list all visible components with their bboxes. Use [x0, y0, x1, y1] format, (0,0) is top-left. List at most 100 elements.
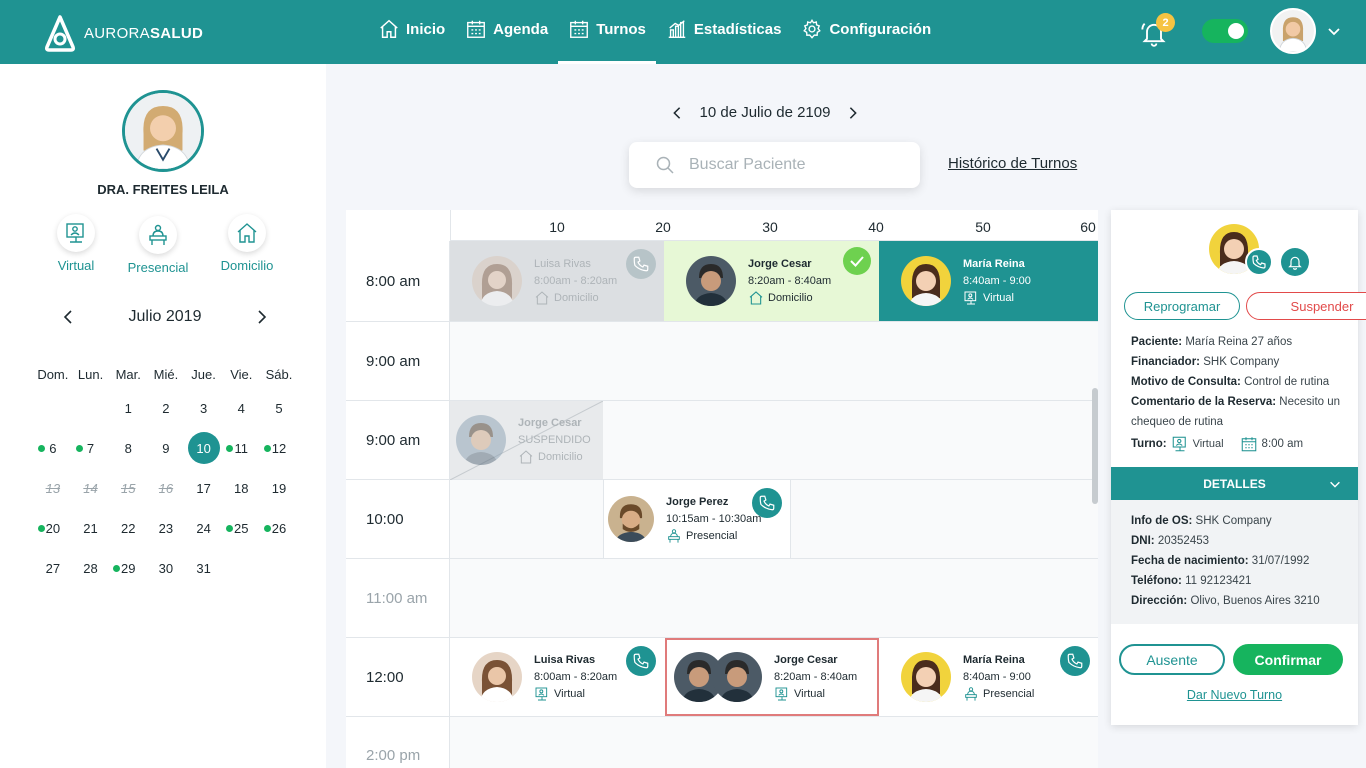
user-avatar[interactable] — [1270, 8, 1316, 54]
suspend-button[interactable]: Suspender — [1246, 292, 1366, 320]
chevron-left-icon[interactable] — [670, 106, 684, 120]
calendar-day[interactable]: 12 — [260, 441, 298, 456]
call-button[interactable] — [626, 249, 656, 279]
appointment-time: 8:00am - 8:20am — [534, 670, 618, 683]
calendar-day[interactable]: 2 — [147, 401, 185, 416]
top-bar: AURORASALUD Inicio Agenda Turnos Estadís… — [0, 0, 1366, 64]
notify-button[interactable] — [1281, 248, 1309, 276]
calendar-day[interactable]: 24 — [185, 521, 223, 536]
call-button[interactable] — [1060, 646, 1090, 676]
financer-value: SHK Company — [1203, 356, 1280, 368]
appointment-card[interactable]: Jorge Perez 10:15am - 10:30am Presencial — [603, 480, 791, 558]
patient-avatar — [901, 256, 951, 306]
nav-inicio[interactable]: Inicio — [368, 0, 455, 58]
calendar-day[interactable]: 18 — [222, 481, 260, 496]
details-body: Info de OS: SHK Company DNI: 20352453 Fe… — [1111, 500, 1358, 624]
patient-avatar — [608, 496, 654, 542]
reprogram-button[interactable]: Reprogramar — [1124, 292, 1240, 320]
calendar-icon — [570, 20, 589, 38]
appointment-card[interactable]: Luisa Rivas 8:00am - 8:20am Domicilio — [450, 241, 664, 321]
time-label: 10:00 — [346, 480, 450, 558]
calendar-day[interactable]: 28 — [72, 561, 110, 576]
calendar-day[interactable]: 9 — [147, 441, 185, 456]
calendar-day[interactable]: 7 — [72, 441, 110, 456]
minute-label: 50 — [975, 219, 991, 235]
call-button[interactable] — [752, 488, 782, 518]
brand-logo[interactable]: AURORASALUD — [42, 14, 203, 52]
nav-agenda[interactable]: Agenda — [455, 0, 558, 58]
appointment-card[interactable]: Jorge Cesar 8:20am - 8:40am Virtual — [665, 638, 879, 716]
appointment-card[interactable]: Jorge Cesar 8:20am - 8:40am Domicilio — [664, 241, 879, 321]
nav-turnos[interactable]: Turnos — [558, 0, 656, 64]
current-day-label: 10 de Julio de 2109 — [699, 104, 831, 121]
calendar-day[interactable]: 31 — [185, 561, 223, 576]
new-appointment-link[interactable]: Dar Nuevo Turno — [1111, 688, 1358, 702]
calendar-day: 14 — [83, 480, 98, 496]
patient-photo-icon — [686, 256, 736, 306]
appointment-card-selected[interactable]: María Reina 8:40am - 9:00 Virtual — [879, 241, 1098, 321]
patient-photo-icon — [901, 652, 951, 702]
chevron-left-icon[interactable] — [60, 309, 76, 325]
weekday-label: Sáb. — [265, 366, 293, 382]
appointment-card[interactable]: María Reina 8:40am - 9:00 Presencial — [879, 638, 1098, 716]
absent-button[interactable]: Ausente — [1119, 644, 1225, 675]
patient-avatar — [712, 652, 762, 702]
minute-label: 40 — [868, 219, 884, 235]
calendar-day[interactable]: 4 — [222, 401, 260, 416]
appointment-card-suspended[interactable]: Jorge Cesar SUSPENDIDO Domicilio — [450, 401, 603, 480]
calendar-day[interactable]: 8 — [109, 441, 147, 456]
history-link[interactable]: Histórico de Turnos — [948, 155, 1077, 172]
nav-configuracion[interactable]: Configuración — [791, 0, 941, 58]
confirm-button[interactable]: Confirmar — [1233, 644, 1343, 675]
calendar-day[interactable]: 3 — [185, 401, 223, 416]
doctor-name: DRA. FREITES LEILA — [97, 182, 229, 197]
minute-label: 10 — [549, 219, 565, 235]
schedule-scrollbar[interactable] — [1092, 388, 1098, 504]
calendar-day[interactable]: 10 — [185, 432, 223, 464]
calendar-day[interactable]: 19 — [260, 481, 298, 496]
availability-toggle[interactable] — [1202, 19, 1248, 43]
mode-virtual[interactable]: Virtual — [36, 214, 116, 273]
calendar-day[interactable]: 21 — [72, 521, 110, 536]
patient-avatar — [901, 652, 951, 702]
calendar-day[interactable]: 5 — [260, 401, 298, 416]
calendar-day[interactable]: 17 — [185, 481, 223, 496]
call-button[interactable] — [626, 646, 656, 676]
search-input[interactable] — [689, 156, 899, 174]
calendar-day[interactable]: 11 — [222, 441, 260, 456]
turno-type: Virtual — [1192, 438, 1224, 450]
notifications-button[interactable]: 2 — [1140, 13, 1175, 49]
mode-domicilio[interactable]: Domicilio — [207, 214, 287, 273]
patient-name: Luisa Rivas — [534, 257, 591, 270]
calendar-month-label: Julio 2019 — [128, 308, 202, 325]
nav-estadisticas[interactable]: Estadísticas — [656, 0, 792, 58]
call-button[interactable] — [1245, 248, 1273, 276]
appointment-dot-icon — [226, 444, 234, 452]
patient-avatar — [472, 652, 522, 702]
calendar-day[interactable]: 23 — [147, 521, 185, 536]
patient-photo-icon — [901, 256, 951, 306]
appointment-time: 8:00am - 8:20am — [534, 274, 618, 287]
minute-label: 20 — [655, 219, 671, 235]
mode-presencial[interactable]: Presencial — [118, 216, 198, 275]
calendar-day[interactable]: 20 — [34, 521, 72, 536]
calendar-day[interactable]: 25 — [222, 521, 260, 536]
calendar-day[interactable]: 29 — [109, 561, 147, 576]
calendar-day[interactable]: 27 — [34, 561, 72, 576]
time-row: 12:00 Luisa Rivas 8:00am - 8:20am Virtua… — [346, 638, 1098, 717]
reason-value: Control de rutina — [1244, 376, 1330, 388]
time-row: 9:00 am — [346, 322, 1098, 401]
calendar-day[interactable]: 6 — [34, 441, 72, 456]
chevron-right-icon[interactable] — [846, 106, 860, 120]
details-accordion[interactable]: DETALLES — [1111, 467, 1358, 500]
calendar-day[interactable]: 22 — [109, 521, 147, 536]
calendar-day[interactable]: 26 — [260, 521, 298, 536]
top-right-controls: 2 — [1140, 8, 1342, 54]
appointment-card[interactable]: Luisa Rivas 8:00am - 8:20am Virtual — [450, 638, 664, 716]
home-icon — [380, 19, 398, 38]
chevron-down-icon[interactable] — [1326, 23, 1342, 39]
calendar-day[interactable]: 1 — [109, 401, 147, 416]
calendar-day[interactable]: 30 — [147, 561, 185, 576]
month-calendar: Dom. Lun. Mar. Mié. Jue. Vie. Sáb. 1 2 3 4 5 6 7 8 9 10… — [34, 360, 304, 588]
chevron-right-icon[interactable] — [254, 309, 270, 325]
